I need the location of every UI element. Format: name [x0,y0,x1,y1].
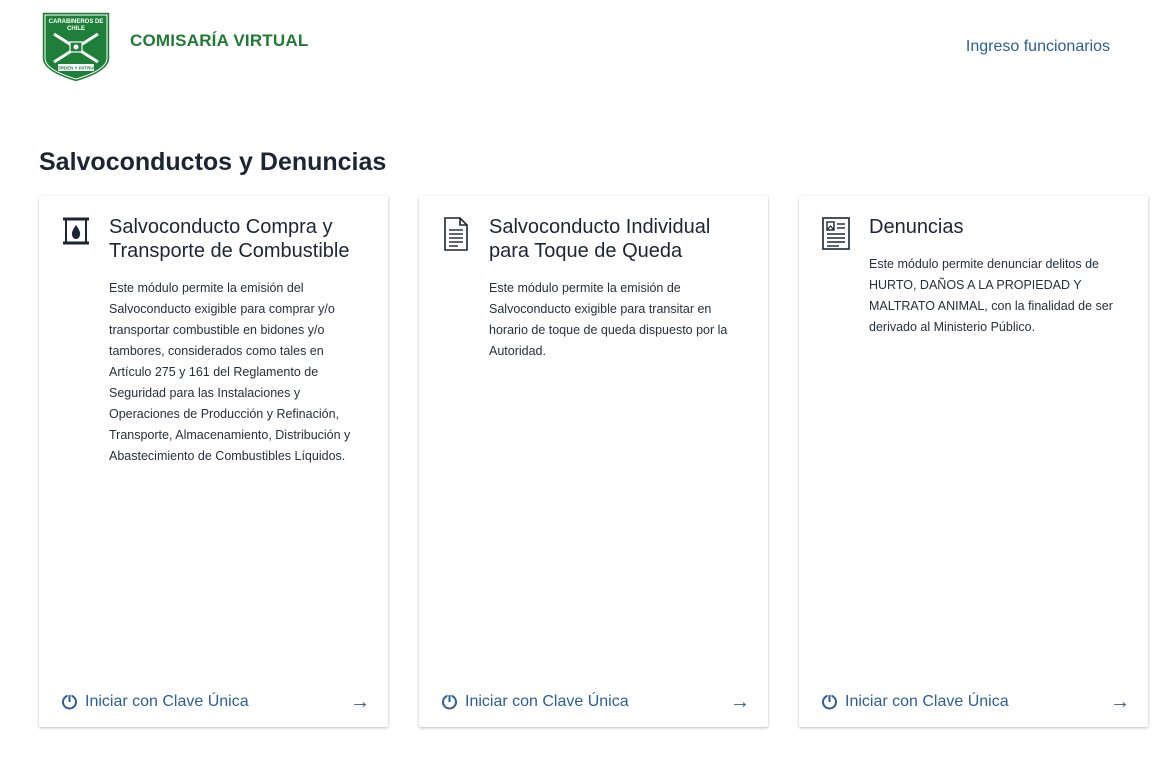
page-title: Salvoconductos y Denuncias [39,148,387,176]
card-title: Salvoconducto Individual para Toque de Q… [489,216,711,262]
clave-unica-login-button[interactable]: Iniciar con Clave Única → [441,691,750,713]
svg-text:CARABINEROS DE: CARABINEROS DE [49,19,104,25]
card-complaints: Denuncias Este módulo permite denunciar … [799,196,1148,727]
clave-unica-login-button[interactable]: Iniciar con Clave Única → [821,691,1130,713]
card-description: Este módulo permite denunciar delitos de… [869,257,1113,334]
arrow-right-icon[interactable]: → [730,691,750,713]
arrow-right-icon[interactable]: → [1110,691,1130,713]
carabineros-logo[interactable]: CARABINEROS DE CHILE ORDEN Y PATRIA [40,6,112,84]
header: CARABINEROS DE CHILE ORDEN Y PATRIA COMI… [0,0,1174,100]
report-document-icon [822,217,850,250]
power-icon [62,694,77,710]
clave-unica-login-button[interactable]: Iniciar con Clave Única → [61,691,370,713]
action-label: Iniciar con Clave Única [85,693,249,710]
document-icon [444,217,468,251]
action-label: Iniciar con Clave Única [465,693,629,710]
fuel-drum-icon [63,217,89,245]
card-description: Este módulo permite la emisión del Salvo… [109,281,351,463]
card-curfew-permit: Salvoconducto Individual para Toque de Q… [419,196,768,727]
card-title: Denuncias [869,216,964,238]
svg-text:CHILE: CHILE [67,26,85,32]
action-label: Iniciar con Clave Única [845,693,1009,710]
brand-name: COMISARÍA VIRTUAL [130,31,309,50]
card-fuel-permit: Salvoconducto Compra y Transporte de Com… [39,196,388,727]
card-title: Salvoconducto Compra y Transporte de Com… [109,216,350,262]
card-description: Este módulo permite la emisión de Salvoc… [489,281,728,358]
power-icon [442,694,457,710]
svg-text:ORDEN Y PATRIA: ORDEN Y PATRIA [57,66,95,71]
arrow-right-icon[interactable]: → [350,691,370,713]
power-icon [822,694,837,710]
staff-login-link[interactable]: Ingreso funcionarios [966,38,1110,56]
